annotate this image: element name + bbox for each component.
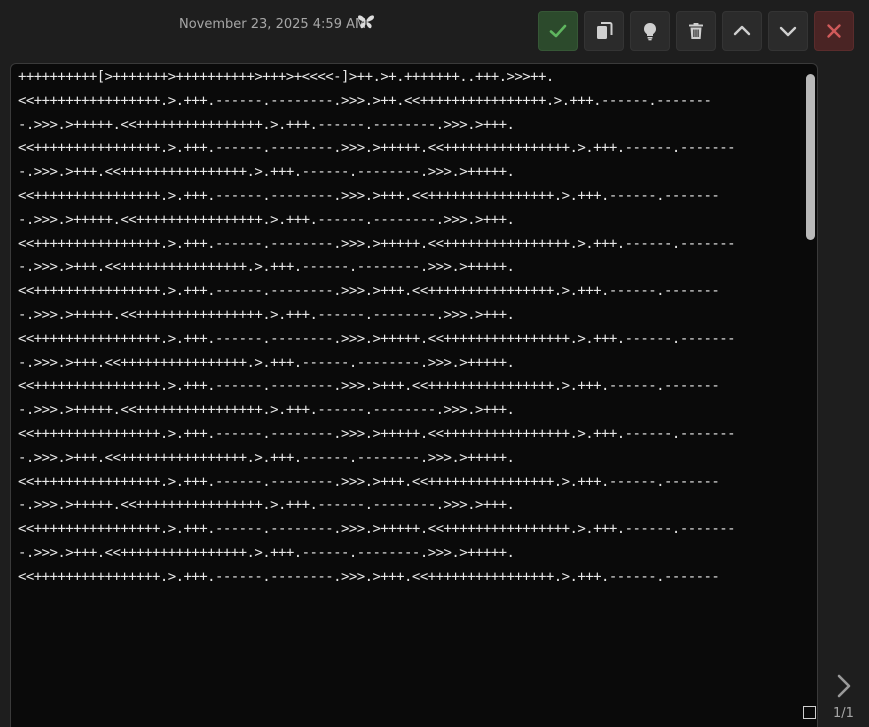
code-line: -.>>>.>+++.<<++++++++++++++++.>.+++.----…	[18, 449, 515, 466]
code-text[interactable]: ++++++++++[>+++++++>++++++++++>+++>+<<<<…	[18, 66, 797, 590]
close-icon	[827, 24, 841, 38]
code-line: <<++++++++++++++++.>.+++.------.--------…	[18, 283, 720, 300]
code-line: -.>>>.>+++++.<<++++++++++++++++.>.+++.--…	[18, 211, 515, 228]
scrollbar-thumb[interactable]	[806, 74, 815, 240]
code-line: <<++++++++++++++++.>.+++.------.--------…	[18, 140, 736, 157]
code-line: <<++++++++++++++++.>.+++.------.--------…	[18, 425, 736, 442]
next-item-button[interactable]	[768, 11, 808, 51]
delete-button[interactable]	[676, 11, 716, 51]
code-line: -.>>>.>+++.<<++++++++++++++++.>.+++.----…	[18, 259, 515, 276]
lightbulb-icon	[644, 23, 656, 41]
chevron-down-icon	[779, 26, 797, 37]
code-line: <<++++++++++++++++.>.+++.------.--------…	[18, 330, 736, 347]
app-window: November 23, 2025 4:59 AM ++++++++++[>++…	[0, 0, 869, 727]
chevron-up-icon	[733, 25, 751, 36]
code-line: -.>>>.>+++++.<<++++++++++++++++.>.+++.--…	[18, 116, 515, 133]
code-line: <<++++++++++++++++.>.+++.------.--------…	[18, 473, 720, 490]
message-timestamp: November 23, 2025 4:59 AM	[179, 17, 367, 32]
code-line: -.>>>.>+++++.<<++++++++++++++++.>.+++.--…	[18, 402, 515, 419]
resize-handle[interactable]	[803, 706, 816, 719]
code-line: <<++++++++++++++++.>.+++.------.--------…	[18, 378, 720, 395]
code-line: <<++++++++++++++++.>.+++.------.--------…	[18, 568, 720, 585]
code-line: <<++++++++++++++++.>.+++.------.--------…	[18, 235, 736, 252]
code-line: <<++++++++++++++++.>.+++.------.--------…	[18, 521, 736, 538]
code-line: -.>>>.>+++++.<<++++++++++++++++.>.+++.--…	[18, 497, 515, 514]
code-line: -.>>>.>+++.<<++++++++++++++++.>.+++.----…	[18, 354, 515, 371]
code-line: -.>>>.>+++.<<++++++++++++++++.>.+++.----…	[18, 544, 515, 561]
check-icon	[549, 24, 567, 38]
chevron-right-icon[interactable]	[832, 672, 856, 700]
code-line: <<++++++++++++++++.>.+++.------.--------…	[18, 92, 712, 109]
toolbar	[538, 11, 854, 51]
butterfly-icon	[358, 15, 374, 29]
code-line: -.>>>.>+++++.<<++++++++++++++++.>.+++.--…	[18, 306, 515, 323]
previous-button[interactable]	[722, 11, 762, 51]
code-line: <<++++++++++++++++.>.+++.------.--------…	[18, 187, 720, 204]
copy-icon	[597, 22, 613, 39]
trash-icon	[689, 23, 703, 39]
copy-button[interactable]	[584, 11, 624, 51]
hint-button[interactable]	[630, 11, 670, 51]
code-line: ++++++++++[>+++++++>++++++++++>+++>+<<<<…	[18, 69, 554, 85]
approve-button[interactable]	[538, 11, 578, 51]
close-button[interactable]	[814, 11, 854, 51]
code-line: -.>>>.>+++.<<++++++++++++++++.>.+++.----…	[18, 164, 515, 181]
page-counter: 1/1	[833, 706, 854, 721]
code-editor[interactable]: ++++++++++[>+++++++>++++++++++>+++>+<<<<…	[10, 63, 818, 727]
